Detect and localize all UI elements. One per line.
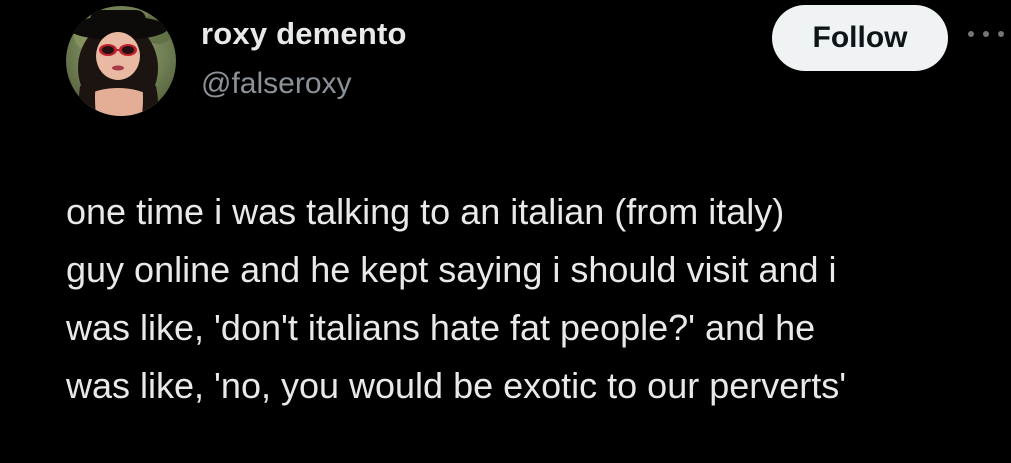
tweet-line: was like, 'don't italians hate fat peopl… — [66, 307, 816, 348]
profile-photo-icon — [66, 6, 176, 116]
tweet-card: roxy demento @falseroxy Follow one time … — [0, 0, 1011, 463]
avatar[interactable] — [66, 6, 176, 116]
tweet-line: was like, 'no, you would be exotic to ou… — [66, 365, 847, 406]
tweet-line: one time i was talking to an italian (fr… — [66, 191, 785, 232]
more-options-icon[interactable] — [962, 24, 1011, 44]
tweet-line: guy online and he kept saying i should v… — [66, 249, 837, 290]
user-handle[interactable]: @falseroxy — [201, 67, 352, 101]
follow-button[interactable]: Follow — [772, 5, 948, 71]
tweet-text: one time i was talking to an italian (fr… — [66, 183, 1011, 415]
display-name[interactable]: roxy demento — [201, 16, 407, 52]
